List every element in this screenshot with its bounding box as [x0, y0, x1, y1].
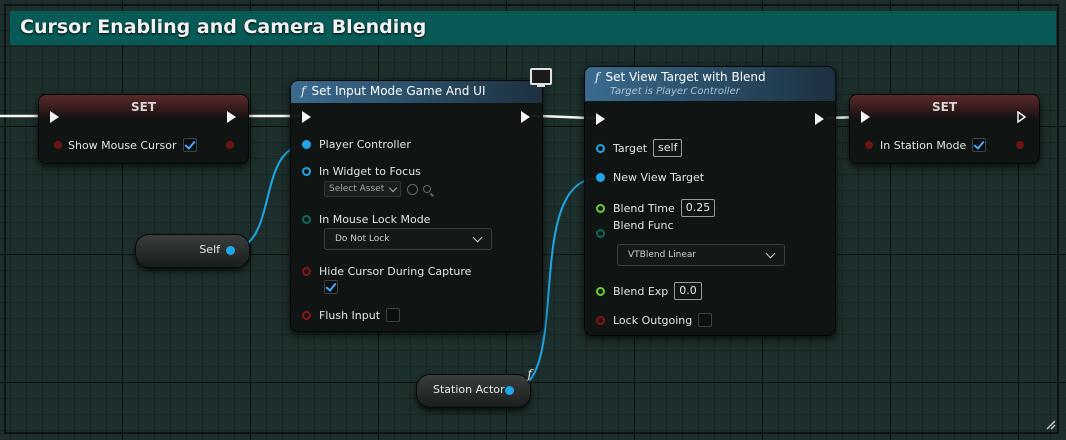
blend-exp-label: Blend Exp [613, 284, 669, 298]
pure-function-icon: f [527, 367, 532, 381]
flush-input-checkbox[interactable] [386, 308, 401, 322]
blend-func-label: Blend Func [613, 219, 674, 232]
mouse-lock-mode-dropdown[interactable]: Do Not Lock [324, 228, 492, 250]
exec-in-pin[interactable] [861, 111, 870, 123]
hide-cursor-label: Hide Cursor During Capture [319, 265, 472, 278]
mouse-lock-mode-pin[interactable] [302, 215, 311, 224]
new-view-target-pin[interactable] [596, 173, 605, 182]
new-view-target-label: New View Target [613, 171, 705, 184]
mouse-lock-mode-value: Do Not Lock [335, 234, 390, 244]
widget-asset-picker[interactable]: Select Asset [324, 181, 432, 197]
chevron-down-icon [472, 232, 483, 243]
target-row: Target self [596, 139, 683, 157]
player-controller-pin[interactable] [302, 140, 311, 149]
widget-to-focus-pin[interactable] [302, 167, 311, 176]
set-input-mode-game-and-ui-node[interactable]: f Set Input Mode Game And UI Player Contr… [290, 80, 543, 332]
set-view-target-title: Set View Target with Blend [605, 70, 766, 84]
station-actor-label: Station Actor [433, 383, 505, 396]
exec-in-pin[interactable] [302, 111, 311, 123]
in-station-mode-label: In Station Mode [880, 138, 967, 152]
set-input-mode-title: Set Input Mode Game And UI [311, 84, 486, 98]
hide-cursor-pin[interactable] [302, 267, 311, 276]
select-asset-label: Select Asset [329, 184, 385, 194]
exec-out-pin[interactable] [1017, 111, 1027, 123]
self-label: Self [199, 243, 220, 256]
widget-to-focus-row: In Widget to Focus [302, 165, 421, 178]
exec-out-pin[interactable] [521, 111, 530, 123]
target-label: Target [613, 141, 648, 155]
set-node-header: SET [39, 95, 248, 119]
target-pin[interactable] [596, 143, 605, 153]
blend-exp-field[interactable]: 0.0 [674, 282, 702, 300]
in-station-mode-row: In Station Mode [880, 138, 987, 152]
player-controller-row: Player Controller [302, 138, 411, 151]
hide-cursor-checkbox[interactable] [324, 280, 338, 294]
mouse-lock-mode-row: In Mouse Lock Mode [302, 213, 430, 226]
blend-time-field[interactable]: 0.25 [680, 199, 716, 217]
blend-exp-pin[interactable] [596, 286, 605, 296]
chevron-down-icon [388, 183, 398, 192]
self-reference-node[interactable]: Self [135, 234, 250, 268]
show-mouse-cursor-checkbox[interactable] [182, 138, 197, 152]
bool-in-pin[interactable] [865, 141, 873, 149]
exec-out-pin[interactable] [227, 111, 236, 123]
function-icon: f [301, 84, 306, 98]
blend-func-row: Blend Func [596, 219, 674, 238]
lock-outgoing-row: Lock Outgoing [596, 313, 713, 327]
blend-func-pin[interactable] [596, 229, 605, 238]
blend-time-row: Blend Time 0.25 [596, 199, 716, 217]
bool-in-pin[interactable] [54, 141, 62, 149]
browse-asset-search-icon[interactable] [423, 185, 432, 193]
self-output-pin[interactable] [226, 246, 235, 255]
show-mouse-cursor-label: Show Mouse Cursor [68, 138, 177, 152]
resize-grip-icon[interactable] [1044, 418, 1056, 430]
blend-time-pin[interactable] [596, 203, 605, 213]
set-in-station-mode-node[interactable]: SET In Station Mode [849, 94, 1040, 164]
chevron-down-icon [765, 248, 776, 259]
function-icon: f [595, 70, 600, 84]
exec-in-pin[interactable] [596, 113, 605, 125]
flush-input-row: Flush Input [302, 308, 401, 322]
new-view-target-row: New View Target [596, 171, 704, 184]
blend-time-label: Blend Time [613, 201, 675, 215]
comment-title: Cursor Enabling and Camera Blending [20, 16, 427, 38]
flush-input-label: Flush Input [319, 308, 381, 322]
lock-outgoing-label: Lock Outgoing [613, 313, 693, 327]
target-value[interactable]: self [653, 139, 683, 157]
lock-outgoing-checkbox[interactable] [698, 313, 713, 327]
blend-func-dropdown[interactable]: VTBlend Linear [617, 244, 785, 266]
in-station-mode-checkbox[interactable] [972, 138, 987, 152]
function-node-header: f Set View Target with Blend Target is Pl… [585, 67, 835, 101]
exec-in-pin[interactable] [50, 111, 59, 123]
exec-out-pin[interactable] [815, 113, 824, 125]
lock-outgoing-pin[interactable] [596, 315, 605, 325]
use-selected-asset-icon[interactable] [407, 183, 419, 195]
station-actor-output-pin[interactable] [505, 386, 514, 395]
set-node-header: SET [850, 95, 1039, 119]
bool-out-pin[interactable] [1016, 141, 1024, 149]
monitor-icon [530, 68, 552, 87]
set-view-target-subtitle: Target is Player Controller [610, 86, 740, 97]
set-show-mouse-cursor-node[interactable]: SET Show Mouse Cursor [38, 94, 249, 164]
widget-to-focus-label: In Widget to Focus [319, 165, 421, 178]
blend-exp-row: Blend Exp 0.0 [596, 282, 702, 300]
comment-box-header[interactable]: Cursor Enabling and Camera Blending [10, 11, 1056, 45]
set-view-target-with-blend-node[interactable]: f Set View Target with Blend Target is Pl… [584, 66, 836, 336]
flush-input-pin[interactable] [302, 310, 311, 320]
bool-out-pin[interactable] [226, 141, 234, 149]
mouse-lock-mode-label: In Mouse Lock Mode [319, 213, 431, 226]
hide-cursor-row: Hide Cursor During Capture [302, 265, 471, 278]
station-actor-variable-node[interactable]: Station Actor f [416, 367, 532, 408]
player-controller-label: Player Controller [319, 138, 411, 151]
blend-func-value: VTBlend Linear [628, 250, 697, 260]
show-mouse-cursor-row: Show Mouse Cursor [68, 138, 197, 152]
function-node-header: f Set Input Mode Game And UI [291, 81, 542, 103]
